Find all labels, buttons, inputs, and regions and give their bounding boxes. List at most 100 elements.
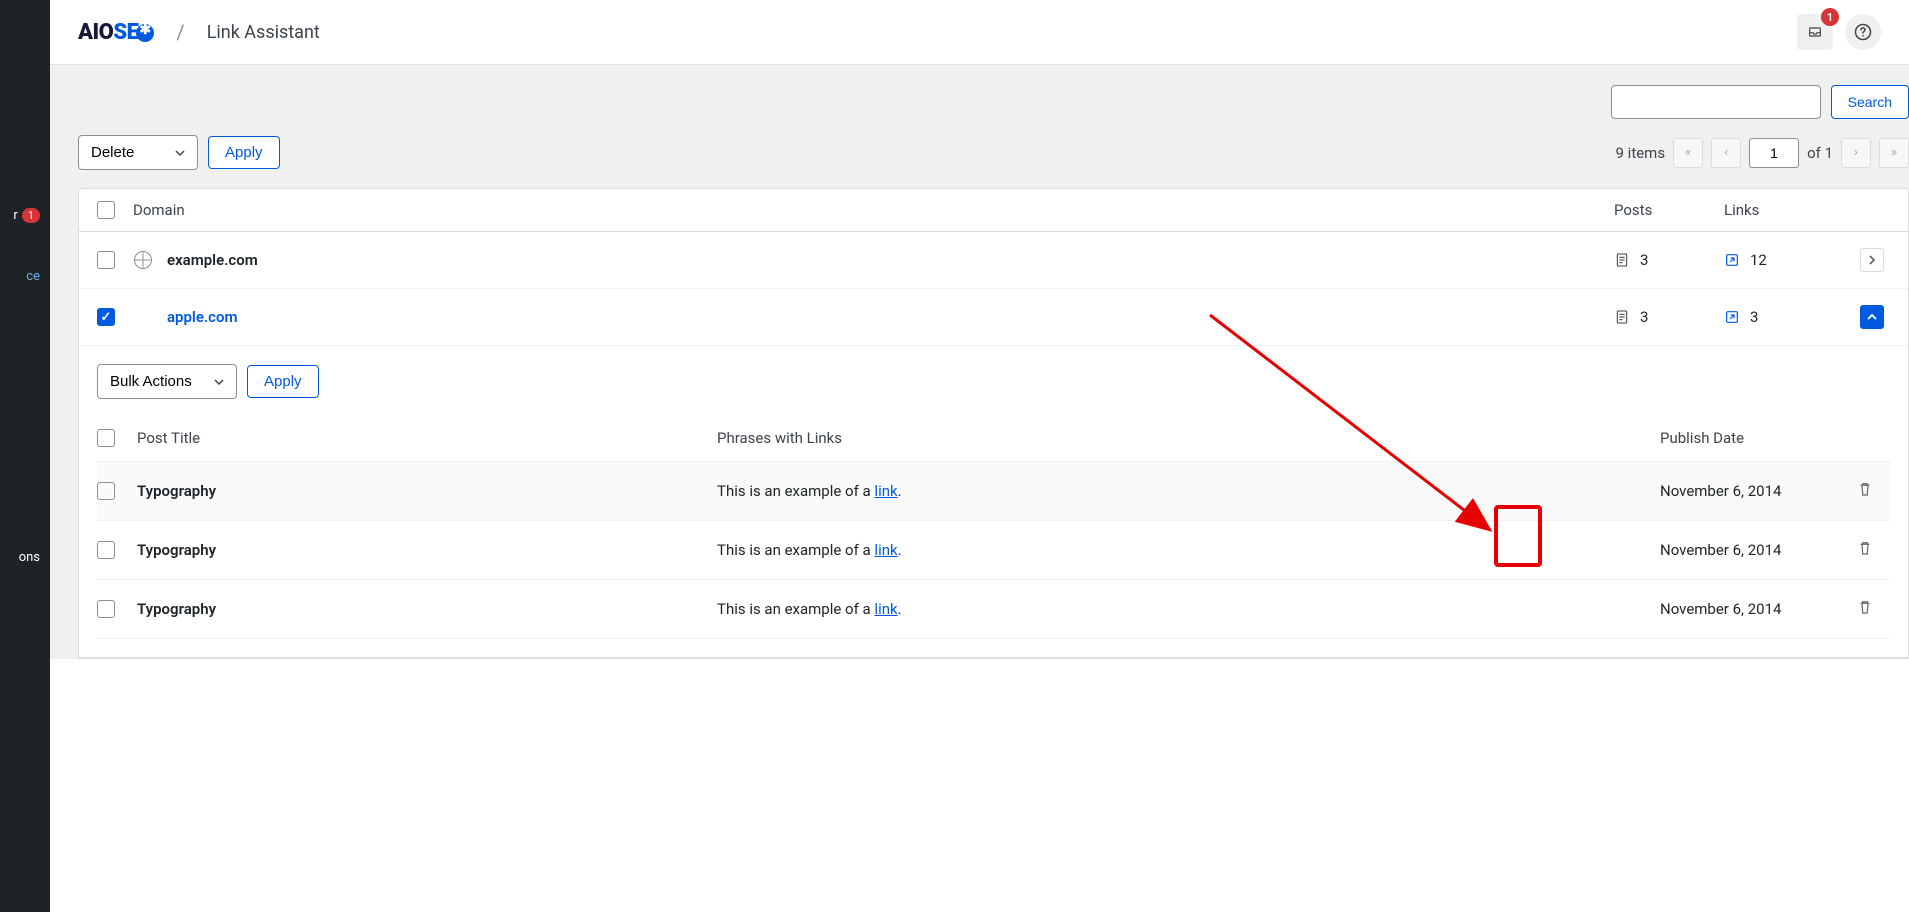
search-input[interactable] bbox=[1611, 85, 1821, 119]
main-area: AIOSE / Link Assistant 1 Search Delete bbox=[50, 0, 1909, 912]
domain-name: example.com bbox=[167, 251, 258, 269]
document-icon bbox=[1614, 252, 1630, 268]
top-header: AIOSE / Link Assistant 1 bbox=[50, 0, 1909, 65]
sidebar-item-2[interactable]: ce bbox=[0, 261, 50, 292]
phrase-link[interactable]: link bbox=[874, 600, 897, 618]
col-header-posts: Posts bbox=[1614, 201, 1724, 219]
content-body: Search Delete Apply 9 items « ‹ of 1 › » bbox=[50, 65, 1909, 659]
post-title: Typography bbox=[137, 482, 717, 500]
apply-button-sub[interactable]: Apply bbox=[247, 365, 319, 398]
links-table: Post Title Phrases with Links Publish Da… bbox=[97, 419, 1890, 639]
link-row: Typography This is an example of a link.… bbox=[97, 462, 1890, 521]
phrase-post: . bbox=[898, 541, 902, 559]
bulk-action-wrap: Delete bbox=[78, 135, 198, 170]
select-all-checkbox[interactable] bbox=[97, 201, 115, 219]
delete-link-button[interactable] bbox=[1856, 539, 1874, 561]
logo-wrap: AIOSE / Link Assistant bbox=[78, 20, 320, 45]
link-row-checkbox[interactable] bbox=[97, 482, 115, 500]
sub-bulk-wrap: Bulk Actions bbox=[97, 364, 237, 399]
trash-icon bbox=[1856, 598, 1874, 616]
domain-name-link[interactable]: apple.com bbox=[167, 308, 238, 326]
col-header-phrases: Phrases with Links bbox=[717, 429, 1660, 447]
publish-date: November 6, 2014 bbox=[1660, 482, 1840, 500]
domains-table: Domain Posts Links example.com 3 bbox=[78, 188, 1909, 659]
page-of-text: of 1 bbox=[1807, 144, 1833, 162]
sidebar-item-1[interactable]: r 1 bbox=[0, 200, 50, 231]
delete-link-button[interactable] bbox=[1856, 598, 1874, 620]
col-header-links: Links bbox=[1724, 201, 1854, 219]
page-prev-button[interactable]: ‹ bbox=[1711, 138, 1741, 168]
globe-icon bbox=[133, 250, 153, 270]
wp-admin-sidebar: r 1 ce ons bbox=[0, 0, 50, 912]
gear-icon bbox=[136, 24, 154, 42]
sidebar-badge: 1 bbox=[22, 208, 40, 223]
notifications-button[interactable]: 1 bbox=[1797, 14, 1833, 50]
row-checkbox[interactable] bbox=[97, 308, 115, 326]
link-row: Typography This is an example of a link.… bbox=[97, 580, 1890, 639]
col-header-domain: Domain bbox=[133, 201, 1614, 219]
sidebar-item-3[interactable]: ons bbox=[0, 542, 50, 573]
trash-icon bbox=[1856, 480, 1874, 498]
posts-count: 3 bbox=[1640, 308, 1648, 326]
header-actions: 1 bbox=[1797, 14, 1881, 50]
bulk-action-select[interactable]: Delete bbox=[78, 135, 198, 170]
page-first-button[interactable]: « bbox=[1673, 138, 1703, 168]
page-next-button[interactable]: › bbox=[1841, 138, 1871, 168]
document-icon bbox=[1614, 309, 1630, 325]
logo-aio: AIO bbox=[78, 20, 113, 45]
apply-button-top[interactable]: Apply bbox=[208, 136, 280, 169]
notification-badge: 1 bbox=[1821, 8, 1839, 26]
help-icon bbox=[1853, 22, 1873, 42]
toolbar-row: Delete Apply 9 items « ‹ of 1 › » bbox=[78, 135, 1909, 188]
collapse-button[interactable] bbox=[1860, 305, 1884, 329]
phrase-pre: This is an example of a bbox=[717, 600, 874, 618]
links-count: 12 bbox=[1750, 251, 1767, 269]
links-count: 3 bbox=[1750, 308, 1758, 326]
sub-bulk-select[interactable]: Bulk Actions bbox=[97, 364, 237, 399]
help-button[interactable] bbox=[1845, 14, 1881, 50]
col-header-title: Post Title bbox=[137, 429, 717, 447]
post-title: Typography bbox=[137, 600, 717, 618]
page-title: Link Assistant bbox=[207, 22, 320, 43]
phrase-link[interactable]: link bbox=[874, 482, 897, 500]
links-table-header: Post Title Phrases with Links Publish Da… bbox=[97, 419, 1890, 462]
sidebar-label-2: ce bbox=[26, 269, 40, 284]
publish-date: November 6, 2014 bbox=[1660, 600, 1840, 618]
links-select-all-checkbox[interactable] bbox=[97, 429, 115, 447]
page-number-input[interactable] bbox=[1749, 138, 1799, 168]
phrase-pre: This is an example of a bbox=[717, 482, 874, 500]
phrase-cell: This is an example of a link. bbox=[717, 482, 1660, 500]
link-row-checkbox[interactable] bbox=[97, 600, 115, 618]
domain-row: apple.com 3 3 bbox=[79, 289, 1908, 346]
pagination: 9 items « ‹ of 1 › » bbox=[1616, 138, 1909, 168]
delete-link-button[interactable] bbox=[1856, 480, 1874, 502]
posts-count: 3 bbox=[1640, 251, 1648, 269]
phrase-post: . bbox=[898, 482, 902, 500]
search-button[interactable]: Search bbox=[1831, 85, 1909, 119]
breadcrumb-separator: / bbox=[176, 20, 184, 44]
trash-icon bbox=[1856, 539, 1874, 557]
domains-table-header: Domain Posts Links bbox=[79, 189, 1908, 232]
sidebar-label-3: ons bbox=[19, 550, 40, 565]
row-checkbox[interactable] bbox=[97, 251, 115, 269]
inbox-icon bbox=[1807, 24, 1823, 40]
expand-button[interactable] bbox=[1860, 248, 1884, 272]
phrase-pre: This is an example of a bbox=[717, 541, 874, 559]
item-count: 9 items bbox=[1616, 144, 1666, 162]
apple-icon bbox=[133, 307, 153, 327]
phrase-link[interactable]: link bbox=[874, 541, 897, 559]
links-sub-panel: Bulk Actions Apply Post Title Phrases wi… bbox=[79, 346, 1908, 658]
col-header-date: Publish Date bbox=[1660, 429, 1840, 447]
page-last-button[interactable]: » bbox=[1879, 138, 1909, 168]
sub-toolbar: Bulk Actions Apply bbox=[97, 364, 1890, 399]
chevron-up-icon bbox=[1866, 311, 1878, 323]
external-link-icon bbox=[1724, 252, 1740, 268]
phrase-cell: This is an example of a link. bbox=[717, 600, 1660, 618]
post-title: Typography bbox=[137, 541, 717, 559]
search-row: Search bbox=[78, 65, 1909, 135]
chevron-right-icon bbox=[1866, 254, 1878, 266]
domain-row: example.com 3 12 bbox=[79, 232, 1908, 289]
link-row-checkbox[interactable] bbox=[97, 541, 115, 559]
logo-se: SE bbox=[113, 20, 138, 45]
sidebar-label-1: r bbox=[13, 208, 17, 223]
